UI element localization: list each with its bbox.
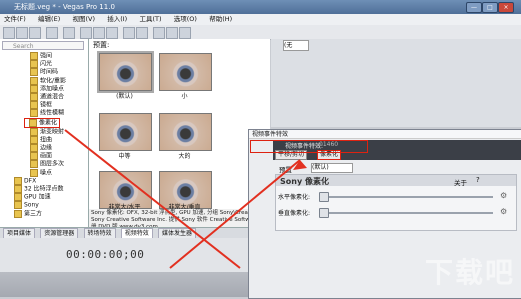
arrow-line — [64, 129, 241, 269]
watermark: 下载吧 — [424, 256, 515, 289]
arrow-line — [169, 159, 301, 269]
